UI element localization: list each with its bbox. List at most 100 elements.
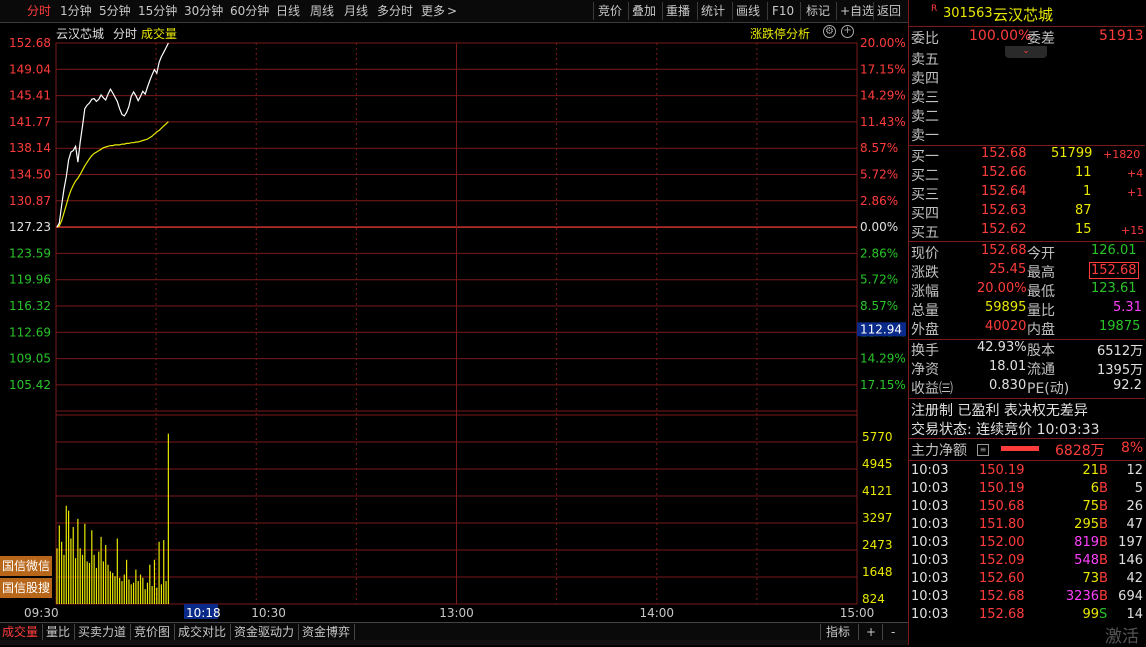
stock-name: 云汉芯城 xyxy=(993,6,1054,24)
pct-axis-label: 8.57% xyxy=(860,299,898,313)
trade-side: B xyxy=(1099,571,1108,586)
tab-30min[interactable]: 30分钟 xyxy=(184,3,223,19)
trade-time: 10:03 xyxy=(911,481,949,496)
buy-level-4[interactable]: 买四 152.63 87 xyxy=(909,203,1145,222)
period-toolbar: 分时 1分钟 5分钟 15分钟 30分钟 60分钟 日线 周线 月线 多分时 更… xyxy=(0,0,908,23)
price-axis-label: 138.14 xyxy=(9,141,51,155)
total-volume: 59895 xyxy=(985,300,1027,315)
replay-button[interactable]: 重播 xyxy=(666,3,690,19)
sell3-label: 卖三 xyxy=(911,90,939,106)
mark-button[interactable]: 标记 xyxy=(806,3,830,19)
main-force-value: 6828万 xyxy=(1055,443,1105,459)
intraday-chart[interactable]: 152.68 149.04 145.41 141.77 138.14 134.50 130.… xyxy=(0,22,908,622)
pct-axis-label: 11.43% xyxy=(860,115,906,129)
tab-buy-sell-power[interactable]: 买卖力道 xyxy=(78,624,126,640)
trade-volume: 21 xyxy=(1082,463,1099,478)
pct-axis-label: 5.72% xyxy=(860,168,898,182)
outer-volume: 40020 xyxy=(985,319,1027,334)
trade-row: 10:03 152.09 548 B 146 xyxy=(909,553,1145,571)
tab-volume-ratio[interactable]: 量比 xyxy=(46,624,70,640)
tab-multi-intraday[interactable]: 多分时 xyxy=(377,3,413,19)
inner-volume: 19875 xyxy=(1099,319,1141,334)
wei-cha-label: 委差 xyxy=(1027,31,1055,47)
add-watchlist-button[interactable]: +自选 xyxy=(840,3,874,19)
limit-analysis-link[interactable]: 涨跌停分析 xyxy=(750,25,810,42)
tab-more-label: 更多 xyxy=(421,4,446,18)
intraday-chart-area: 152.68 149.04 145.41 141.77 138.14 134.50 130.… xyxy=(0,22,908,622)
sell4-label: 卖四 xyxy=(911,71,939,87)
trade-count: 14 xyxy=(1126,607,1143,622)
high-price: 152.68 xyxy=(1089,262,1139,279)
tab-volume-compare[interactable]: 成交对比 xyxy=(178,624,226,640)
draw-line-button[interactable]: 画线 xyxy=(736,3,760,19)
settings-gear-icon[interactable]: ⚙ xyxy=(823,25,836,38)
trade-volume: 3236 xyxy=(1065,589,1099,604)
chevron-right-icon: > xyxy=(447,4,458,18)
chart-stock-name: 云汉芯城 xyxy=(56,27,105,41)
statistics-button[interactable]: 统计 xyxy=(701,3,725,19)
tab-volume[interactable]: 成交量 xyxy=(2,624,38,640)
sell5-label: 卖五 xyxy=(911,52,939,68)
sell2-label: 卖二 xyxy=(911,109,939,125)
pct-axis-label: 2.86% xyxy=(860,246,898,260)
volume-axis-label: 824 xyxy=(862,592,885,606)
main-force-bar xyxy=(1001,446,1039,451)
eps: 0.830 xyxy=(989,378,1027,393)
chart-mode-label: 分时 xyxy=(113,27,138,41)
price-axis-label: 134.50 xyxy=(9,168,51,182)
tab-fund-game[interactable]: 资金博弈 xyxy=(302,624,350,640)
activation-watermark: 激活 xyxy=(1105,627,1139,647)
list-icon[interactable]: ≡ xyxy=(977,444,989,456)
tab-fund-drive[interactable]: 资金驱动力 xyxy=(234,624,294,640)
trade-price: 151.80 xyxy=(979,517,1025,532)
buy-level-2[interactable]: 买二 152.66 11 +4 xyxy=(909,165,1145,184)
price-axis-label: 109.05 xyxy=(9,352,51,366)
buy-level-3[interactable]: 买三 152.64 1 +1 xyxy=(909,184,1145,203)
tab-auction-chart[interactable]: 竞价图 xyxy=(134,624,170,640)
back-button[interactable]: 返回 xyxy=(877,3,901,19)
total-shares: 6512万 xyxy=(1097,344,1144,359)
tab-60min[interactable]: 60分钟 xyxy=(230,3,269,19)
time-axis-label: 13:00 xyxy=(439,606,474,620)
buy-level-1[interactable]: 买一 152.68 51799 +1820 xyxy=(909,146,1145,165)
trade-time: 10:03 xyxy=(911,517,949,532)
sell1-label: 卖一 xyxy=(911,128,939,144)
tab-1min[interactable]: 1分钟 xyxy=(60,3,92,19)
main-force-pct: 8% xyxy=(1121,440,1144,456)
stock-tags: 注册制 已盈利 表决权无差异 xyxy=(911,403,1088,419)
indicator-button[interactable]: 指标 xyxy=(826,624,850,640)
tab-5min[interactable]: 5分钟 xyxy=(99,3,131,19)
tab-intraday[interactable]: 分时 xyxy=(27,3,51,19)
time-axis-label: 15:00 xyxy=(840,606,875,620)
pct-axis-label: 17.15% xyxy=(860,378,906,392)
volume-axis-label: 5770 xyxy=(862,430,893,444)
net-assets: 18.01 xyxy=(989,359,1027,374)
add-indicator-button[interactable]: + xyxy=(866,624,876,640)
tab-monthly[interactable]: 月线 xyxy=(344,3,368,19)
tab-more[interactable]: 更多 > xyxy=(421,3,457,19)
buy-level-5[interactable]: 买五 152.62 15 +15 xyxy=(909,222,1145,241)
tab-15min[interactable]: 15分钟 xyxy=(138,3,177,19)
trade-count: 197 xyxy=(1118,535,1143,550)
trade-time: 10:03 xyxy=(911,607,949,622)
trade-count: 694 xyxy=(1118,589,1143,604)
price-axis-label: 130.87 xyxy=(9,194,51,208)
tab-daily[interactable]: 日线 xyxy=(276,3,300,19)
trade-row: 10:03 152.60 73 B 42 xyxy=(909,571,1145,589)
f10-button[interactable]: F10 xyxy=(772,3,794,19)
zoom-in-icon[interactable]: + xyxy=(841,25,854,38)
change-value: 25.45 xyxy=(989,262,1027,277)
overlay-button[interactable]: 叠加 xyxy=(632,3,656,19)
remove-indicator-button[interactable]: - xyxy=(891,624,895,640)
guoxin-wechat-button[interactable]: 国信微信 xyxy=(0,556,52,576)
time-axis-label: 09:30 xyxy=(24,606,59,620)
price-axis-label: 123.59 xyxy=(9,246,51,260)
time-axis-label: 10:30 xyxy=(251,606,286,620)
pct-axis-label: 20.00% xyxy=(860,36,906,50)
wei-cha-value: 51913 xyxy=(1099,28,1144,44)
tab-weekly[interactable]: 周线 xyxy=(310,3,334,19)
guoxin-search-button[interactable]: 国信股搜 xyxy=(0,578,52,598)
trade-side: B xyxy=(1099,535,1108,550)
auction-button[interactable]: 竞价 xyxy=(598,3,622,19)
price-axis-label: 116.32 xyxy=(9,299,51,313)
